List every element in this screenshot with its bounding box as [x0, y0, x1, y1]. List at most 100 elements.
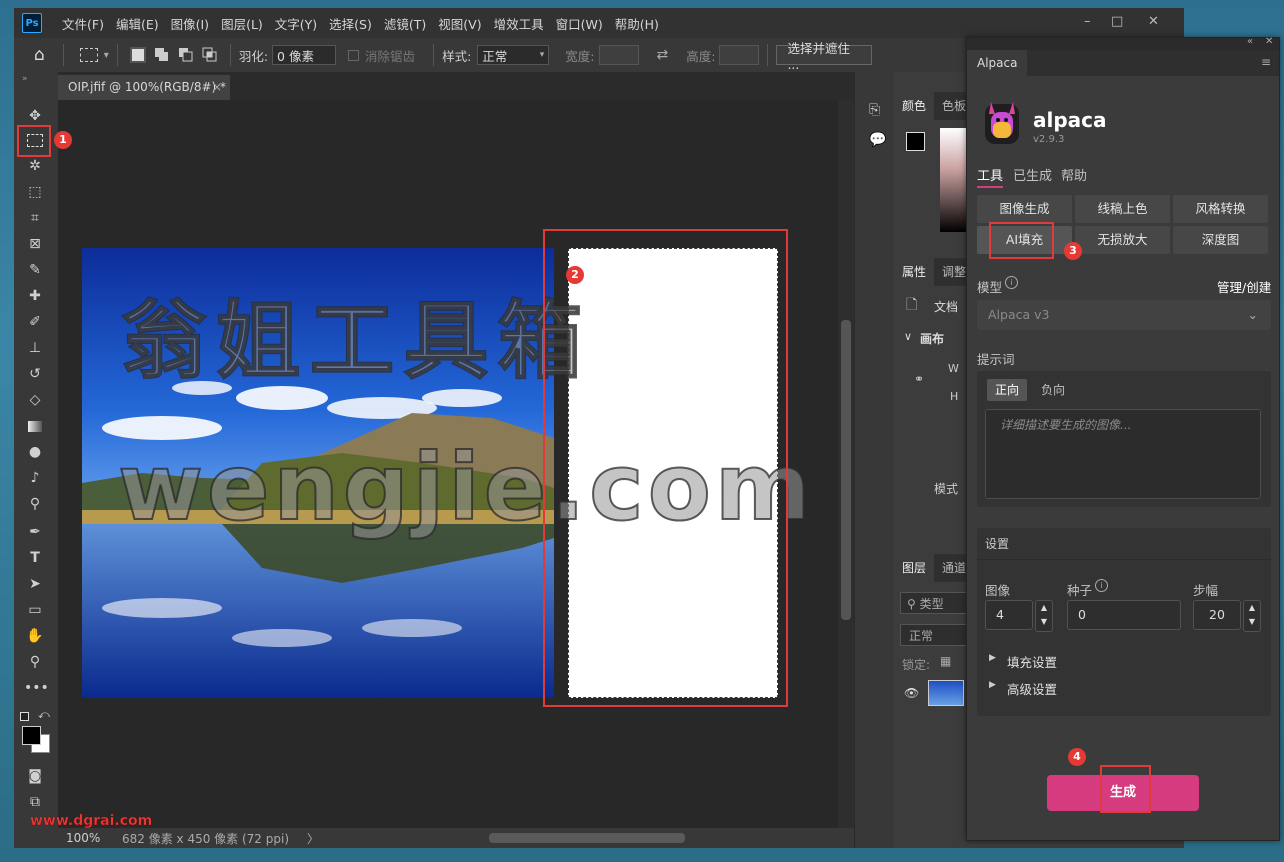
- add-selection-icon[interactable]: [154, 47, 170, 63]
- advanced-settings-toggle[interactable]: 高级设置: [1007, 679, 1057, 698]
- status-arrow-icon[interactable]: 〉: [307, 830, 319, 847]
- chevron-down-icon[interactable]: ▾: [104, 50, 109, 61]
- marquee-preset-icon[interactable]: [79, 48, 98, 62]
- eraser-icon[interactable]: ◇: [24, 390, 46, 410]
- feather-input[interactable]: 0 像素: [272, 45, 337, 65]
- tab-generated[interactable]: 已生成: [1013, 165, 1052, 184]
- quick-select-icon[interactable]: ✲: [24, 156, 46, 176]
- steps-stepper[interactable]: ▲ ▼: [1243, 600, 1261, 632]
- swap-icon[interactable]: ⇄: [657, 47, 669, 63]
- scroll-thumb[interactable]: [841, 320, 851, 620]
- manage-create-link[interactable]: 管理/创建: [1217, 277, 1271, 296]
- type-tool-icon[interactable]: T: [24, 548, 46, 568]
- rectangle-tool-icon[interactable]: ▭: [24, 600, 46, 620]
- panel-menu-icon[interactable]: ≡: [1261, 55, 1271, 69]
- menu-edit[interactable]: 编辑(E): [110, 14, 165, 33]
- height-input[interactable]: [719, 45, 760, 65]
- width-input[interactable]: [598, 45, 639, 65]
- style-select[interactable]: 正常 ▾: [477, 45, 550, 65]
- path-select-icon[interactable]: ➤: [24, 574, 46, 594]
- menu-filter[interactable]: 滤镜(T): [378, 14, 432, 33]
- minimize-button[interactable]: –: [1084, 14, 1091, 29]
- zoom-level[interactable]: 100%: [66, 831, 112, 845]
- hand-tool-icon[interactable]: ✋: [24, 626, 46, 646]
- default-colors-icon[interactable]: [20, 712, 29, 721]
- healing-brush-icon[interactable]: ✚: [24, 286, 46, 306]
- foreground-color-swatch[interactable]: [22, 726, 41, 745]
- swap-colors-icon[interactable]: ⤺: [38, 708, 50, 722]
- seed-input[interactable]: 0: [1067, 600, 1181, 630]
- image-count-input[interactable]: 4: [985, 600, 1033, 630]
- chevron-right-icon[interactable]: ▶: [989, 680, 996, 690]
- menu-select[interactable]: 选择(S): [323, 14, 378, 33]
- link-icon[interactable]: ⚭: [914, 372, 924, 386]
- close-button[interactable]: ✕: [1148, 14, 1159, 29]
- home-icon[interactable]: ⌂: [34, 45, 45, 65]
- chevron-down-icon[interactable]: ∨: [904, 330, 912, 343]
- fg-color-swatch[interactable]: [906, 132, 925, 151]
- stamp-tool-icon[interactable]: ⊥: [24, 338, 46, 358]
- pen-tool-icon[interactable]: ✒: [24, 522, 46, 542]
- crop-tool-icon[interactable]: ⌗: [24, 208, 46, 228]
- zoom-tool-icon[interactable]: ⚲: [24, 652, 46, 672]
- gradient-icon[interactable]: [24, 416, 46, 436]
- move-tool-icon[interactable]: ✥: [24, 106, 46, 126]
- depth-map-button[interactable]: 深度图: [1173, 226, 1268, 254]
- screen-mode-icon[interactable]: ⧉: [24, 792, 46, 812]
- blur-tool-icon[interactable]: ●: [24, 442, 46, 462]
- info-icon[interactable]: i: [1095, 579, 1108, 592]
- dodge-tool-icon[interactable]: ♪: [24, 468, 46, 488]
- maximize-button[interactable]: □: [1111, 14, 1123, 29]
- select-and-mask-button[interactable]: 选择并遮住 ...: [776, 41, 873, 72]
- menu-layer[interactable]: 图层(L): [215, 14, 269, 33]
- lossless-upscale-button[interactable]: 无损放大: [1075, 226, 1170, 254]
- object-select-icon[interactable]: ⬚: [24, 182, 46, 202]
- collapse-icon[interactable]: «: [1247, 36, 1253, 47]
- visibility-eye-icon[interactable]: 👁: [904, 686, 919, 700]
- history-icon[interactable]: ⎘: [869, 102, 880, 118]
- layer-thumbnail[interactable]: [928, 680, 964, 706]
- tab-color[interactable]: 颜色: [894, 92, 935, 120]
- menu-window[interactable]: 窗口(W): [550, 14, 609, 33]
- more-tools-icon[interactable]: •••: [24, 678, 49, 698]
- menu-type[interactable]: 文字(Y): [269, 14, 323, 33]
- lineart-color-button[interactable]: 线稿上色: [1075, 195, 1170, 223]
- image-generate-button[interactable]: 图像生成: [977, 195, 1072, 223]
- frame-tool-icon[interactable]: ⊠: [24, 234, 46, 254]
- new-selection-icon[interactable]: [129, 47, 146, 63]
- menu-view[interactable]: 视图(V): [432, 14, 487, 33]
- steps-input[interactable]: 20: [1193, 600, 1241, 630]
- fill-settings-toggle[interactable]: 填充设置: [1007, 652, 1057, 671]
- intersect-selection-icon[interactable]: [202, 47, 218, 63]
- tab-properties[interactable]: 属性: [894, 258, 935, 286]
- model-select[interactable]: Alpaca v3 ⌄: [977, 300, 1271, 330]
- menu-help[interactable]: 帮助(H): [609, 14, 665, 33]
- prompt-tab-positive[interactable]: 正向: [987, 379, 1028, 401]
- tab-tools[interactable]: 工具: [977, 165, 1003, 184]
- history-brush-icon[interactable]: ↺: [24, 364, 46, 384]
- vertical-scrollbar[interactable]: [838, 100, 854, 828]
- prompt-tab-negative[interactable]: 负向: [1041, 379, 1065, 401]
- image-count-stepper[interactable]: ▲ ▼: [1035, 600, 1053, 632]
- style-transfer-button[interactable]: 风格转换: [1173, 195, 1268, 223]
- quick-mask-icon[interactable]: ◙: [24, 766, 46, 786]
- lock-pixels-icon[interactable]: ▦: [940, 654, 951, 668]
- menu-file[interactable]: 文件(F): [56, 14, 110, 33]
- burn-tool-icon[interactable]: ⚲: [24, 494, 46, 514]
- info-icon[interactable]: i: [1005, 276, 1018, 289]
- subtract-selection-icon[interactable]: [178, 47, 194, 63]
- close-tab-icon[interactable]: ×: [212, 75, 222, 100]
- tab-layers[interactable]: 图层: [894, 554, 935, 582]
- close-icon[interactable]: ✕: [1265, 36, 1273, 47]
- alpaca-tab[interactable]: Alpaca: [967, 50, 1028, 76]
- comments-icon[interactable]: 💬: [869, 132, 886, 148]
- brush-tool-icon[interactable]: ✐: [24, 312, 46, 332]
- menu-image[interactable]: 图像(I): [165, 14, 215, 33]
- menu-plugins[interactable]: 增效工具: [488, 14, 550, 33]
- prompt-textarea[interactable]: 详细描述要生成的图像...: [985, 409, 1261, 499]
- document-tab[interactable]: OIP.jfif @ 100%(RGB/8#) * ×: [58, 75, 230, 100]
- collapse-icon[interactable]: »: [22, 74, 28, 84]
- chevron-right-icon[interactable]: ▶: [989, 653, 996, 663]
- horizontal-scroll-thumb[interactable]: [489, 833, 686, 843]
- eyedropper-icon[interactable]: ✎: [24, 260, 46, 280]
